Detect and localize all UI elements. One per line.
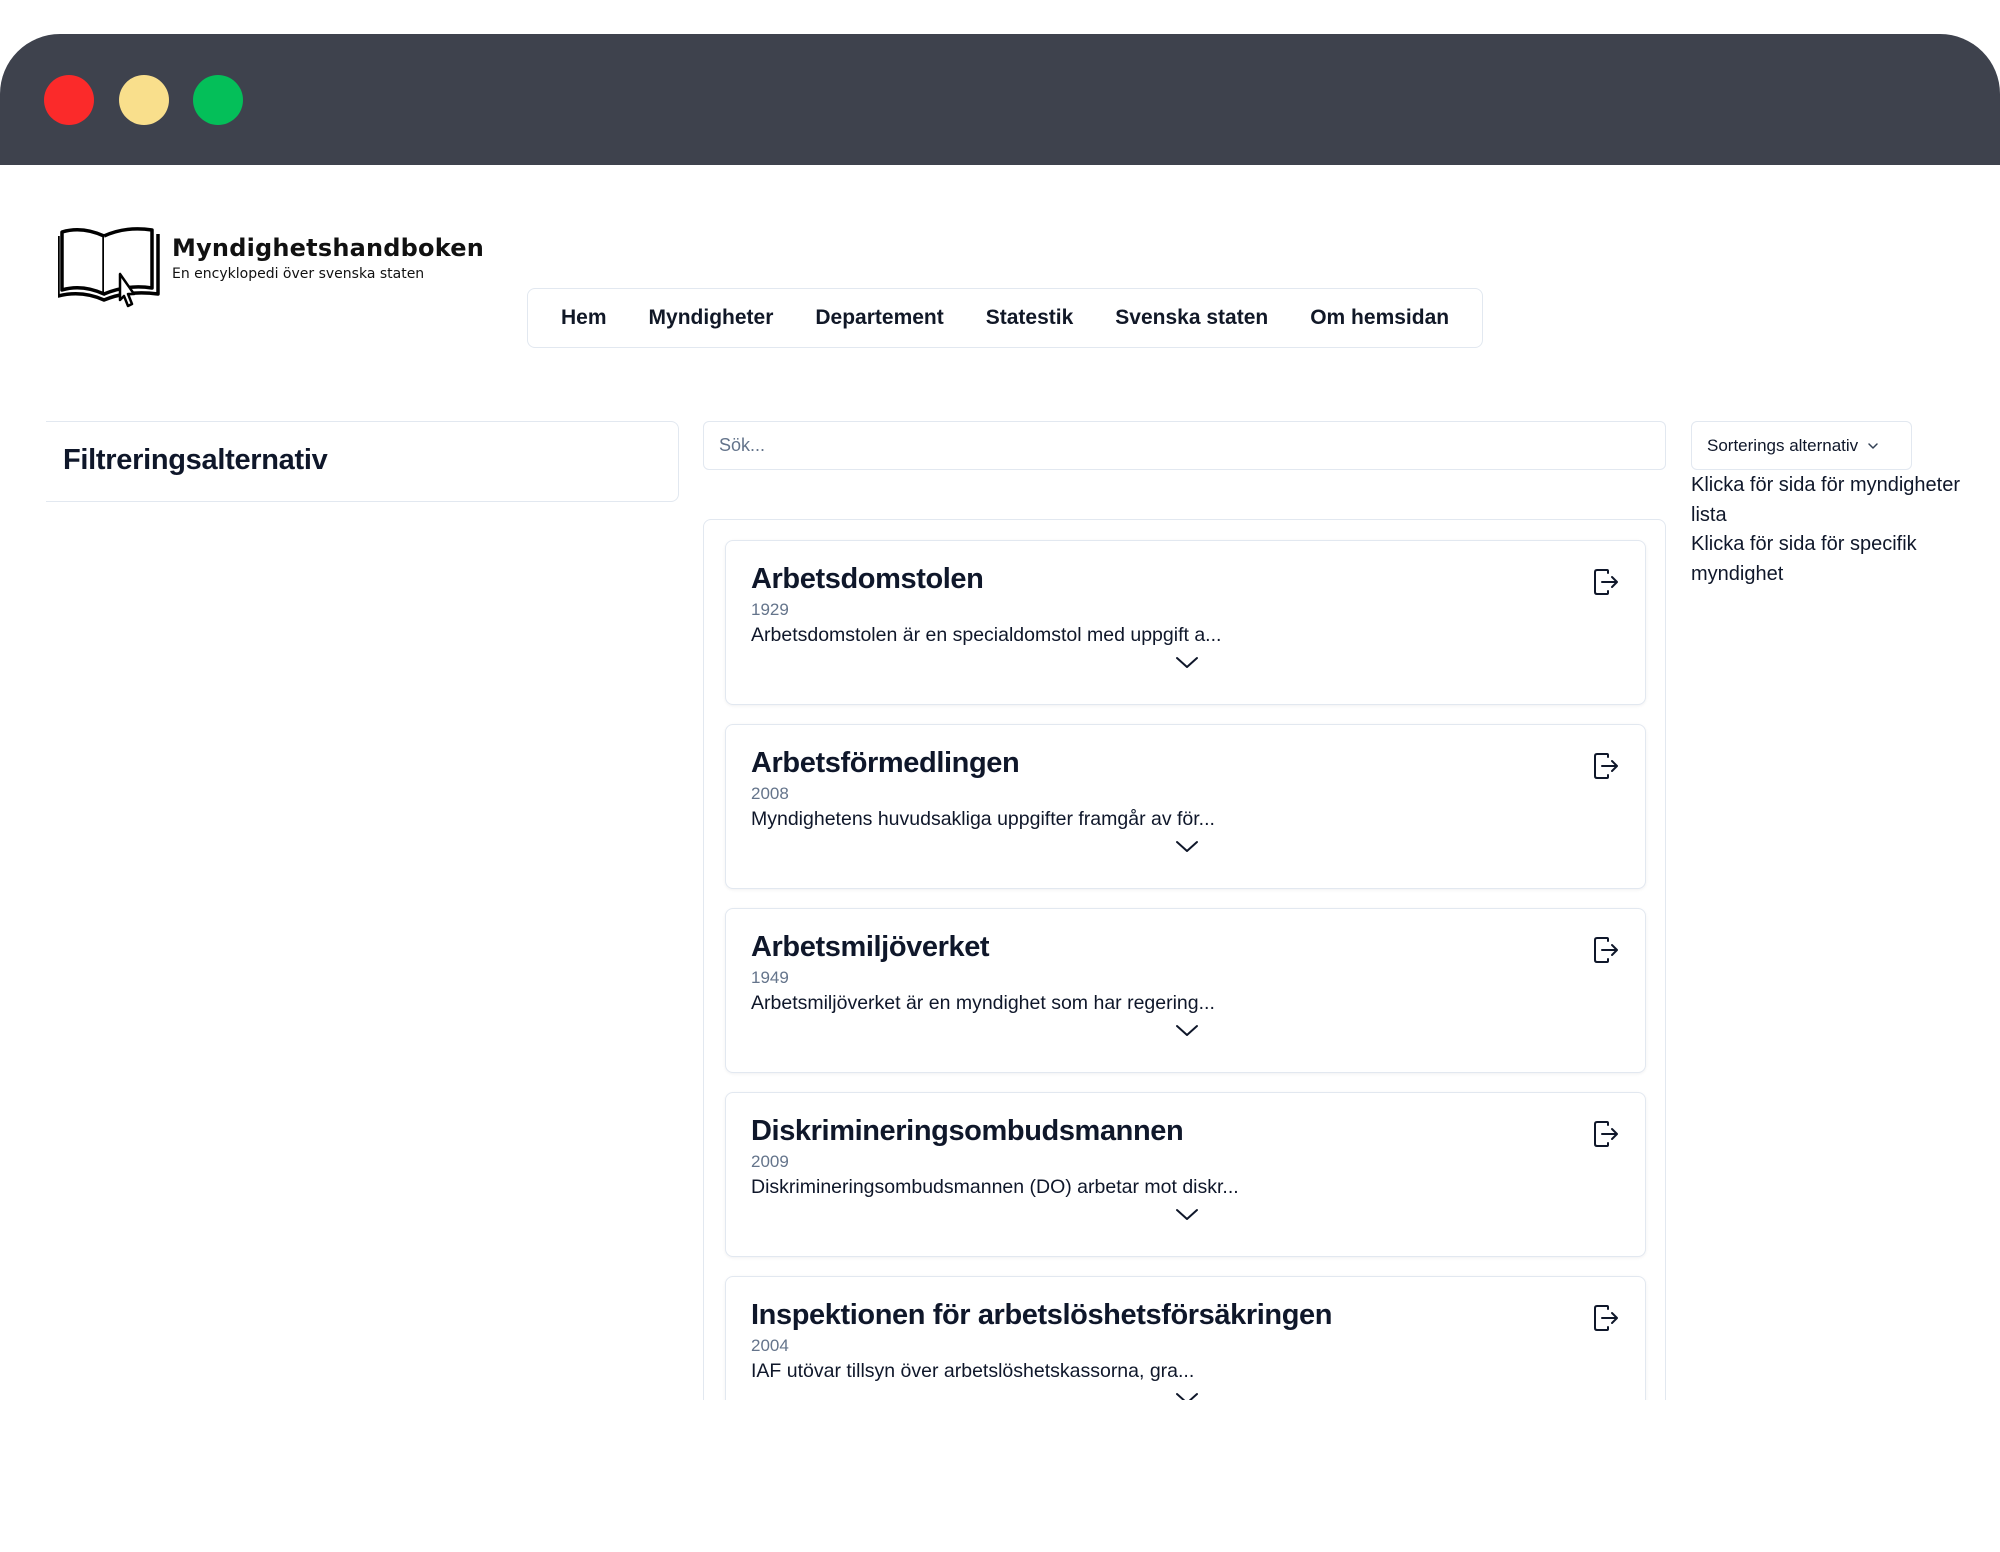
main-navigation: Hem Myndigheter Departement Statestik Sv… [527, 288, 1484, 348]
chevron-down-icon[interactable] [1174, 1390, 1200, 1400]
agency-year: 2009 [751, 1152, 789, 1171]
nav-item-statestik[interactable]: Statestik [965, 306, 1095, 330]
side-links: Klicka för sida för myndigheter lista Kl… [1691, 471, 1981, 589]
close-window-button[interactable] [44, 75, 94, 125]
nav-item-svenska-staten[interactable]: Svenska staten [1094, 306, 1289, 330]
sort-dropdown-label: Sorterings alternativ [1707, 435, 1859, 455]
minimize-window-button[interactable] [119, 75, 169, 125]
nav-item-hem[interactable]: Hem [540, 306, 628, 330]
agency-year: 1929 [751, 600, 789, 619]
filter-panel-title: Filtreringsalternativ [63, 444, 328, 476]
site-title: Myndighetshandboken [172, 234, 485, 262]
agency-description: IAF utövar tillsyn över arbetslöshetskas… [751, 1360, 1195, 1382]
nav-item-myndigheter[interactable]: Myndigheter [628, 306, 795, 330]
agency-name: Arbetsförmedlingen [751, 747, 1020, 779]
open-link-icon[interactable] [1591, 1119, 1621, 1149]
agency-description: Arbetsdomstolen är en specialdomstol med… [751, 624, 1222, 646]
sort-dropdown[interactable]: Sorterings alternativ [1691, 421, 1912, 470]
agency-year: 2008 [751, 784, 789, 803]
agency-card[interactable]: Diskrimineringsombudsmannen 2009 Diskrim… [725, 1092, 1646, 1257]
open-link-icon[interactable] [1591, 751, 1621, 781]
filter-panel: Filtreringsalternativ [46, 421, 679, 502]
nav-item-departement[interactable]: Departement [794, 306, 964, 330]
site-logo[interactable]: Myndighetshandboken En encyklopedi över … [58, 220, 484, 310]
open-link-icon[interactable] [1591, 935, 1621, 965]
page-content: Myndighetshandboken En encyklopedi över … [0, 165, 2000, 1400]
chevron-down-icon[interactable] [1174, 838, 1200, 856]
agency-name: Arbetsdomstolen [751, 563, 984, 595]
chevron-down-icon[interactable] [1174, 654, 1200, 672]
open-link-icon[interactable] [1591, 1303, 1621, 1333]
agency-description: Myndighetens huvudsakliga uppgifter fram… [751, 808, 1215, 830]
specific-agency-page-link[interactable]: Klicka för sida för specifik myndighet [1691, 530, 1981, 589]
agency-card[interactable]: Arbetsförmedlingen 2008 Myndighetens huv… [725, 724, 1646, 889]
maximize-window-button[interactable] [193, 75, 243, 125]
agency-card[interactable]: Arbetsdomstolen 1929 Arbetsdomstolen är … [725, 540, 1646, 705]
agency-name: Arbetsmiljöverket [751, 931, 990, 963]
agency-name: Diskrimineringsombudsmannen [751, 1115, 1184, 1147]
chevron-down-icon[interactable] [1174, 1022, 1200, 1040]
site-subtitle: En encyklopedi över svenska staten [172, 266, 425, 282]
agency-list: Arbetsdomstolen 1929 Arbetsdomstolen är … [703, 519, 1666, 1400]
chevron-down-icon[interactable] [1174, 1206, 1200, 1224]
agency-description: Diskrimineringsombudsmannen (DO) arbetar… [751, 1176, 1239, 1198]
book-cursor-icon [58, 227, 160, 308]
window-titlebar [0, 34, 2000, 165]
agency-list-page-link[interactable]: Klicka för sida för myndigheter lista [1691, 471, 1981, 530]
chevron-down-icon [1868, 442, 1878, 449]
nav-item-om-hemsidan[interactable]: Om hemsidan [1289, 306, 1470, 330]
agency-year: 1949 [751, 968, 789, 987]
open-link-icon[interactable] [1591, 567, 1621, 597]
agency-description: Arbetsmiljöverket är en myndighet som ha… [751, 992, 1215, 1014]
agency-year: 2004 [751, 1336, 789, 1355]
agency-card[interactable]: Inspektionen för arbetslöshetsförsäkring… [725, 1276, 1646, 1400]
agency-card[interactable]: Arbetsmiljöverket 1949 Arbetsmiljöverket… [725, 908, 1646, 1073]
agency-name: Inspektionen för arbetslöshetsförsäkring… [751, 1299, 1333, 1331]
search-input[interactable] [703, 421, 1666, 470]
